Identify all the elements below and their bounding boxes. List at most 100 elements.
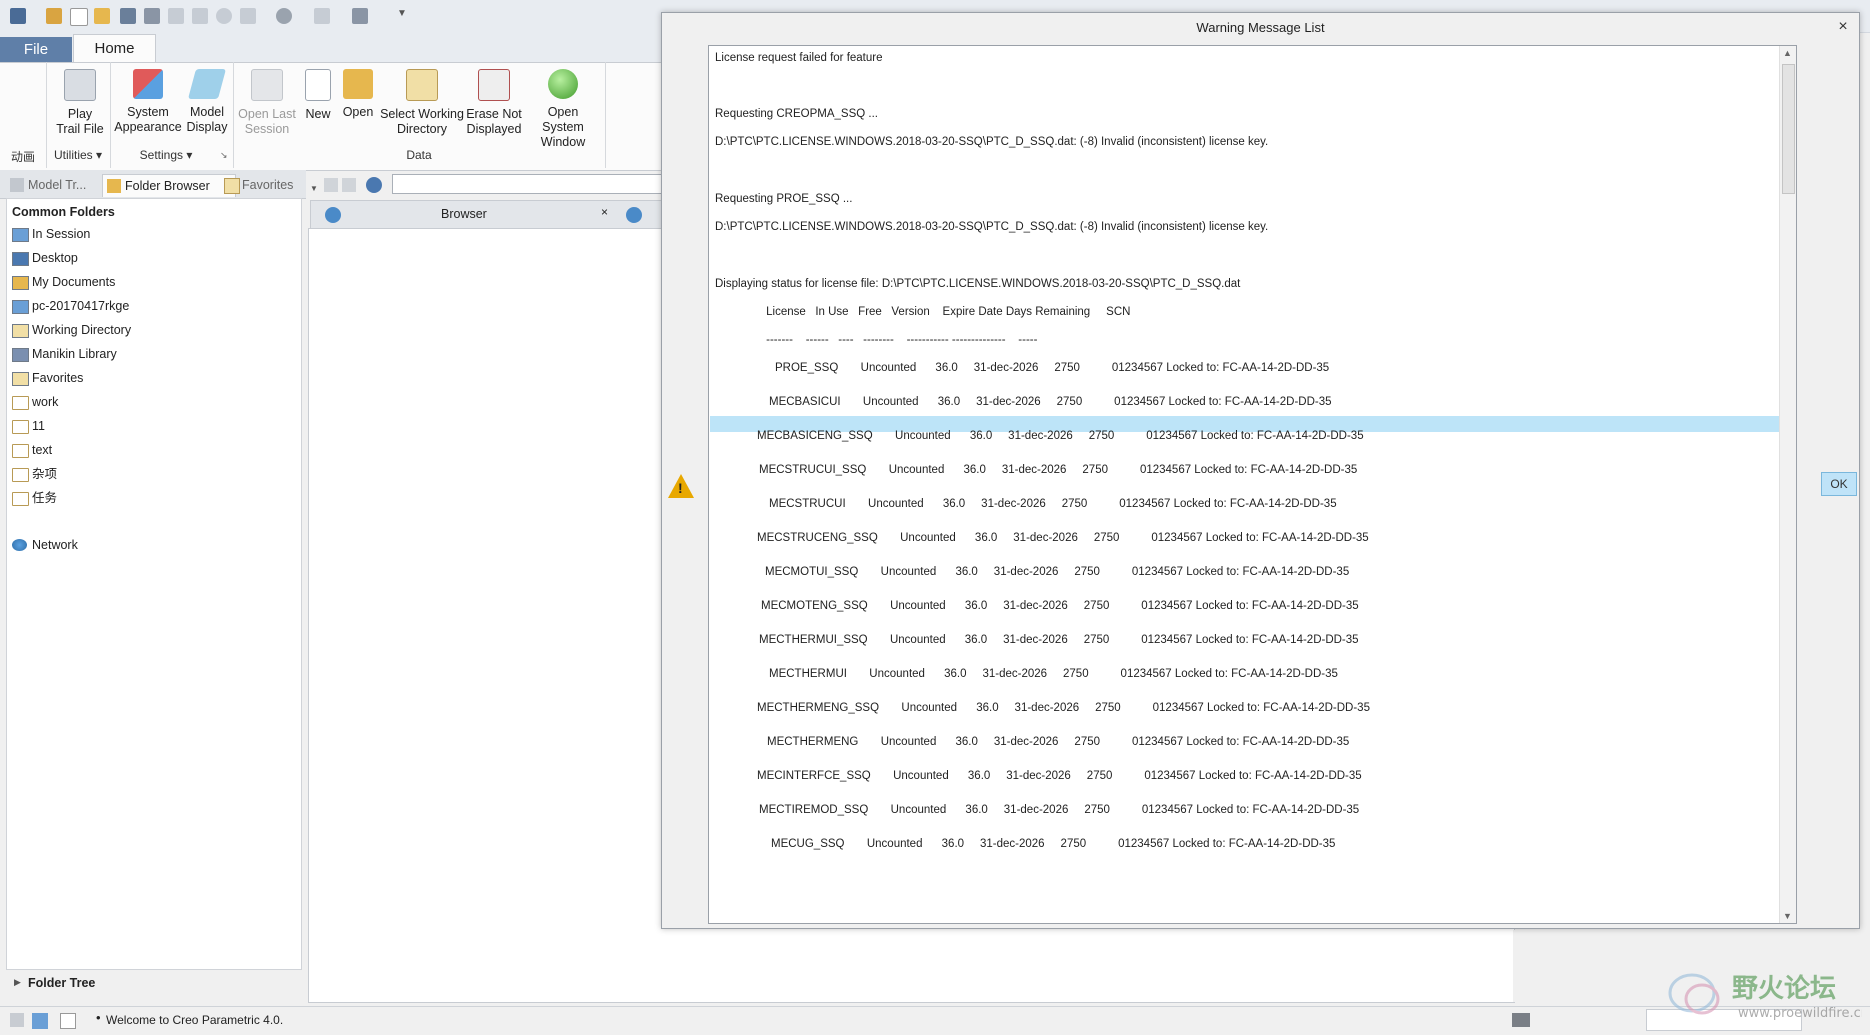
folder-item-label: 任务	[32, 491, 58, 505]
folder-item[interactable]: My Documents	[12, 272, 115, 292]
open-last-session-button[interactable]: Open Last Session	[238, 63, 296, 151]
browser-toggle-icon[interactable]	[32, 1013, 48, 1029]
folder-item[interactable]: 任务	[12, 488, 57, 508]
vertical-scrollbar[interactable]: ▲ ▼	[1779, 46, 1796, 923]
app-menu-icon[interactable]	[10, 8, 26, 24]
save-icon[interactable]	[120, 8, 136, 24]
full-screen-icon[interactable]	[60, 1013, 76, 1029]
message-line: License request failed for feature	[715, 52, 883, 64]
browser-tab-label[interactable]: Browser	[441, 207, 487, 221]
tab-model-tree[interactable]: Model Tr...	[6, 174, 116, 196]
working-directory-icon	[12, 324, 29, 338]
forward-icon[interactable]	[342, 178, 356, 192]
folder-item-label: 11	[32, 419, 45, 433]
play-trail-file-button[interactable]: Play Trail File	[52, 63, 108, 151]
tab-file[interactable]: File	[0, 37, 72, 63]
folder-item[interactable]: Favorites	[12, 368, 83, 388]
sketch-icon[interactable]	[314, 8, 330, 24]
group-utilities-label[interactable]: Utilities ▾	[46, 148, 110, 162]
folder-tree-bar[interactable]: ▶ Folder Tree	[0, 972, 306, 996]
folder-item[interactable]: In Session	[12, 224, 90, 244]
network-item[interactable]: Network	[12, 535, 78, 555]
select-working-dir-label-2: Directory	[396, 122, 447, 136]
back-icon[interactable]	[324, 178, 338, 192]
navigator-toggle-icon[interactable]	[10, 1013, 24, 1027]
open-last-session-label-1: Open Last	[238, 107, 296, 121]
toolbar-dropdown-icon[interactable]: ▼	[310, 184, 318, 193]
ok-button[interactable]: OK	[1821, 472, 1857, 496]
license-row: MECTHERMUI Uncounted 36.0 31-dec-2026 27…	[769, 668, 1338, 680]
license-row: MECTIREMOD_SSQ Uncounted 36.0 31-dec-202…	[759, 804, 1360, 816]
license-row: MECTHERMUI_SSQ Uncounted 36.0 31-dec-202…	[759, 634, 1359, 646]
new-file-icon[interactable]	[70, 8, 88, 26]
network-label: Network	[32, 538, 78, 552]
tab-favorites[interactable]: Favorites	[220, 174, 320, 196]
common-folders-title: Common Folders	[12, 205, 115, 219]
message-line: D:\PTC\PTC.LICENSE.WINDOWS.2018-03-20-SS…	[715, 136, 1269, 148]
dialog-title: Warning Message List	[1196, 20, 1325, 35]
folder-browser-icon	[107, 179, 121, 193]
open-system-window-button[interactable]: Open System Window	[526, 63, 600, 151]
folder-icon	[12, 396, 29, 410]
close-icon[interactable]: ×	[1833, 17, 1853, 37]
scroll-thumb[interactable]	[1782, 64, 1795, 194]
message-list[interactable]: License request failed for feature Reques…	[708, 45, 1797, 924]
message-line: D:\PTC\PTC.LICENSE.WINDOWS.2018-03-20-SS…	[715, 221, 1269, 233]
group-settings-label[interactable]: Settings ▾	[110, 148, 222, 162]
folder-item[interactable]: Working Directory	[12, 320, 131, 340]
folder-item-label: text	[32, 443, 53, 457]
model-display-button[interactable]: Model Display	[184, 63, 230, 151]
customize-qat-icon[interactable]: ▼	[394, 8, 410, 24]
folder-item[interactable]: Desktop	[12, 248, 78, 268]
system-appearance-button[interactable]: System Appearance	[112, 63, 184, 151]
regenerate-icon[interactable]	[216, 8, 232, 24]
folder-item[interactable]: 11	[12, 416, 45, 436]
system-appearance-label-1: System	[127, 105, 169, 119]
folder-item[interactable]: 杂项	[12, 464, 57, 484]
erase-not-displayed-button[interactable]: Erase Not Displayed	[466, 63, 522, 151]
license-row: MECSTRUCUI_SSQ Uncounted 36.0 31-dec-202…	[759, 464, 1358, 476]
folder-icon	[12, 468, 29, 482]
open-button[interactable]: Open	[338, 63, 378, 151]
find-icon[interactable]	[1512, 1013, 1530, 1027]
system-appearance-icon	[133, 69, 163, 99]
new-button[interactable]: New	[302, 63, 334, 151]
computer-icon	[12, 300, 29, 314]
tab-folder-browser[interactable]: Folder Browser	[102, 174, 236, 197]
close-window-icon[interactable]	[352, 8, 368, 24]
sphere-icon[interactable]	[276, 8, 292, 24]
folder-icon	[12, 444, 29, 458]
folder-item[interactable]: Manikin Library	[12, 344, 117, 364]
license-row: MECTHERMENG_SSQ Uncounted 36.0 31-dec-20…	[757, 702, 1370, 714]
undo-icon[interactable]	[168, 8, 184, 24]
tab-model-tree-label: Model Tr...	[28, 178, 87, 192]
history-icon[interactable]	[366, 177, 382, 193]
dialog-launcher-icon[interactable]: ↘	[220, 150, 228, 161]
folder-item-label: Working Directory	[32, 323, 132, 337]
tab-favorites-label: Favorites	[242, 178, 294, 192]
address-input[interactable]	[392, 174, 662, 194]
folder-item-label: Manikin Library	[32, 347, 117, 361]
new-session-icon[interactable]	[46, 8, 62, 24]
open-system-window-label-1: Open System	[542, 105, 584, 134]
scroll-up-icon[interactable]: ▲	[1783, 48, 1792, 58]
folder-item[interactable]: text	[12, 440, 52, 460]
open-folder-large-icon	[343, 69, 373, 99]
warning-message-dialog: Warning Message List × ! License request…	[661, 12, 1860, 929]
license-row: MECTHERMENG Uncounted 36.0 31-dec-2026 2…	[767, 736, 1350, 748]
group-animation-label[interactable]: 动画	[0, 148, 46, 165]
browser-globe-icon-2[interactable]	[626, 207, 642, 223]
tab-home[interactable]: Home	[73, 34, 156, 64]
folder-item[interactable]: work	[12, 392, 58, 412]
status-message: Welcome to Creo Parametric 4.0.	[106, 1013, 284, 1027]
scroll-down-icon[interactable]: ▼	[1783, 911, 1792, 921]
select-working-directory-button[interactable]: Select Working Directory	[380, 63, 464, 151]
folder-item[interactable]: pc-20170417rkge	[12, 296, 129, 316]
play-trail-label-1: Play	[67, 107, 93, 121]
desktop-icon	[12, 252, 29, 266]
windows-icon[interactable]	[240, 8, 256, 24]
close-tab-icon[interactable]: ×	[601, 205, 608, 219]
print-icon[interactable]	[144, 8, 160, 24]
open-folder-icon[interactable]	[94, 8, 110, 24]
redo-icon[interactable]	[192, 8, 208, 24]
